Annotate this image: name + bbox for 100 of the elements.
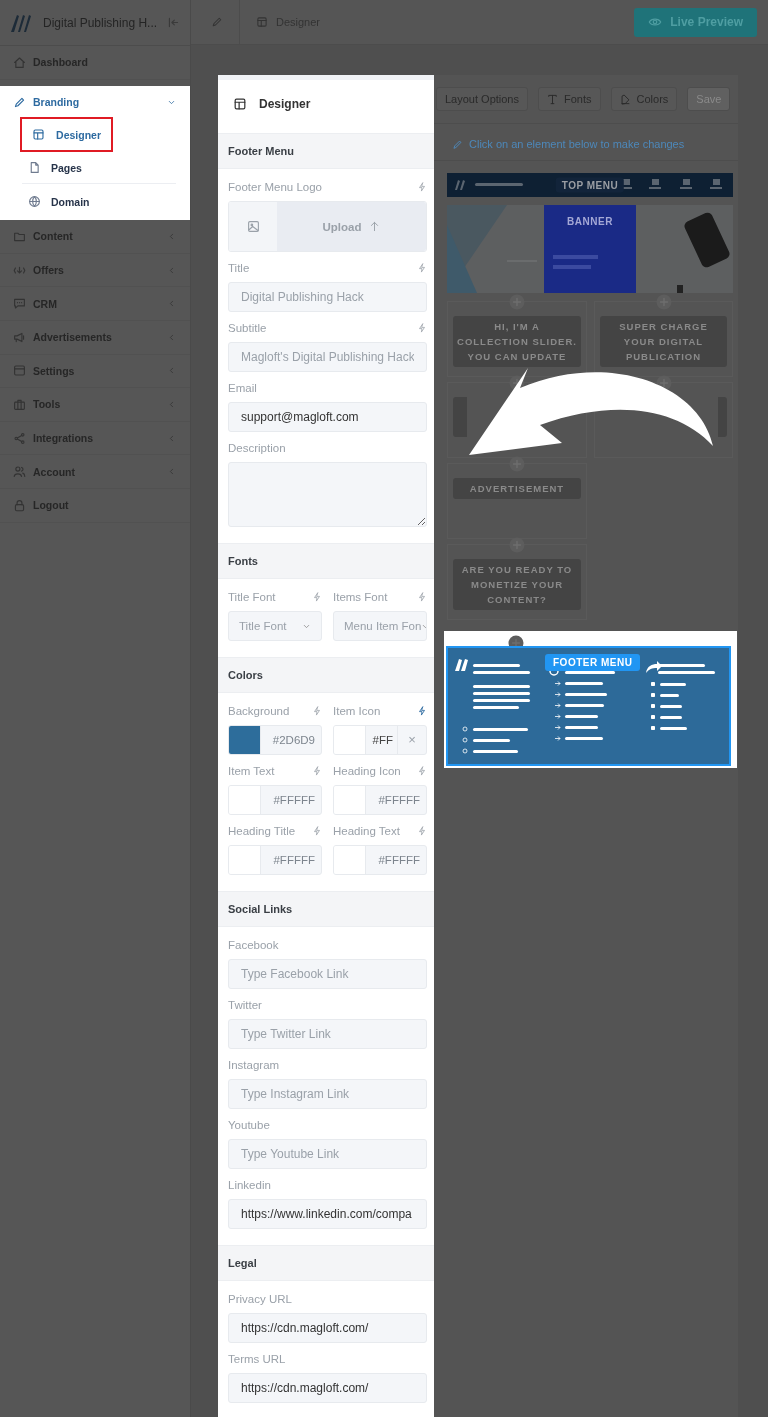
submenu-item[interactable]: Pages <box>22 152 176 185</box>
text-area[interactable] <box>228 462 427 527</box>
color-swatch[interactable] <box>334 846 366 874</box>
field-label: Heading Text <box>333 824 400 837</box>
image-icon <box>246 220 260 233</box>
input-field[interactable]: support@magloft.com <box>228 402 427 432</box>
megaphone-icon <box>13 330 26 344</box>
submenu-item[interactable]: Domain <box>22 186 176 218</box>
folder-icon <box>13 230 26 243</box>
layout-icon <box>256 16 268 28</box>
section-header: Colors <box>218 657 434 693</box>
upload-button[interactable]: Upload <box>277 202 426 251</box>
layout-icon <box>32 128 45 142</box>
chevron-icon <box>167 332 176 342</box>
color-swatch[interactable] <box>334 786 366 814</box>
toolbox-icon <box>13 397 26 411</box>
block-text: MONETIZE YOUR <box>470 578 564 592</box>
input-field[interactable]: https://cdn.magloft.com/ <box>228 1373 427 1403</box>
top-menu-drawing[interactable] <box>447 173 733 197</box>
globe-icon <box>28 195 41 209</box>
color-swatch[interactable] <box>229 786 261 814</box>
chevron-icon <box>167 232 176 241</box>
field-label: Subtitle <box>228 321 267 334</box>
color-field[interactable]: #2D6D9 <box>228 725 322 755</box>
field-label: Linkedin <box>228 1178 271 1191</box>
input-field[interactable]: Type Youtube Link <box>228 1139 427 1169</box>
collapse-icon <box>167 16 181 29</box>
color-swatch[interactable] <box>229 846 261 874</box>
content-block[interactable]: ARE YOU READY TO MONETIZE YOUR CONTENT? <box>453 559 581 610</box>
paint-icon <box>619 93 631 105</box>
section-header: Legal <box>218 1245 434 1281</box>
clear-button[interactable]: × <box>397 726 426 754</box>
color-swatch[interactable] <box>229 726 261 754</box>
text-icon <box>547 93 558 105</box>
content-block[interactable]: SUPER CHARGE YOUR DIGITAL PUBLICATION <box>600 316 727 367</box>
field-label: Title Font <box>228 590 276 603</box>
color-field[interactable]: #FFFFF <box>333 785 427 815</box>
file-icon <box>28 161 41 175</box>
input-field[interactable]: Type Facebook Link <box>228 959 427 989</box>
field-label: Instagram <box>228 1058 280 1071</box>
section-tag: FOOTER MENU <box>545 654 641 671</box>
field-label: Terms URL <box>228 1352 286 1365</box>
pencil-icon <box>211 16 223 28</box>
eye-icon <box>648 15 663 29</box>
field-label: Facebook <box>228 938 279 951</box>
chevron-icon <box>167 399 176 409</box>
select-field[interactable]: Title Font <box>228 611 322 641</box>
layout-icon <box>233 96 247 111</box>
section-header: Footer Menu <box>218 133 434 169</box>
section-header: Fonts <box>218 543 434 579</box>
input-field[interactable]: Type Instagram Link <box>228 1079 427 1109</box>
chevron-icon <box>167 265 176 275</box>
arrow-up-icon <box>369 221 381 232</box>
field-label: Item Text <box>228 764 275 777</box>
field-label: Privacy URL <box>228 1292 292 1305</box>
home-icon <box>13 55 26 69</box>
color-field[interactable]: #FFFFF <box>333 845 427 875</box>
chevron-icon <box>167 433 176 443</box>
content-block[interactable]: HI, I'M A COLLECTION SLIDER. YOU CAN UPDATE <box>453 316 581 367</box>
users-icon <box>13 465 26 479</box>
block-text: ADVERTISEMENT <box>468 482 566 496</box>
select-field[interactable]: Menu Item Fon <box>333 611 427 641</box>
field-label: Footer Menu Logo <box>228 180 322 193</box>
block-text: PUBLICATION <box>624 350 703 364</box>
input-field[interactable]: https://cdn.magloft.com/ <box>228 1313 427 1343</box>
field-label: Youtube <box>228 1118 270 1131</box>
input-field[interactable]: Type Twitter Link <box>228 1019 427 1049</box>
block-text: SUPER CHARGE <box>618 320 709 334</box>
panel-title: Designer <box>259 96 311 111</box>
field-label: Heading Title <box>228 824 296 837</box>
field-label: Item Icon <box>333 704 381 717</box>
content-block[interactable]: ADVERTISEMENT <box>453 478 581 499</box>
block-text: YOUR DIGITAL <box>622 335 705 349</box>
submenu-item[interactable]: Designer <box>22 119 111 151</box>
field-label: Description <box>228 441 286 454</box>
pencil-icon <box>13 95 26 109</box>
input-field[interactable]: Digital Publishing Hack <box>228 282 427 312</box>
color-swatch[interactable] <box>334 726 366 754</box>
footer-menu-drawing[interactable] <box>447 647 730 765</box>
input-field[interactable]: Magloft's Digital Publishing Hack <box>228 342 427 372</box>
field-label: Twitter <box>228 998 262 1011</box>
chevron-icon <box>167 366 176 376</box>
color-field[interactable]: #FFFFF <box>228 845 322 875</box>
pencil-icon <box>452 138 463 150</box>
color-field[interactable]: #FF × <box>333 725 427 755</box>
block-text: COLLECTION SLIDER. <box>457 335 577 349</box>
hint-text: Click on an element below to make changes <box>469 138 685 150</box>
chat-icon <box>13 297 26 311</box>
block-text: ARE YOU READY TO <box>460 563 574 577</box>
color-field[interactable]: #FFFFF <box>228 785 322 815</box>
field-label: Title <box>228 261 250 274</box>
section-tag: TOP MENU <box>555 177 625 193</box>
lock-icon <box>13 498 26 512</box>
chevron-icon <box>167 299 176 309</box>
sidebar-item[interactable]: Branding <box>0 85 190 120</box>
input-field[interactable]: https://www.linkedin.com/compa <box>228 1199 427 1229</box>
block-text: CONTENT? <box>486 593 548 607</box>
share-icon <box>13 431 26 445</box>
field-label: Heading Icon <box>333 764 401 777</box>
field-label: Email <box>228 381 257 394</box>
